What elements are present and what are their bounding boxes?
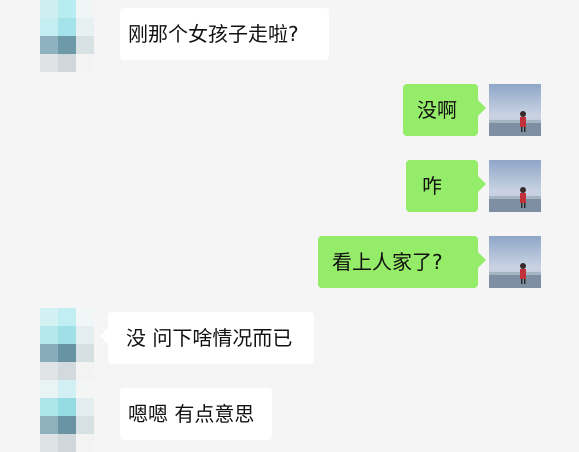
contact-avatar[interactable] xyxy=(40,308,94,380)
message-text: 刚那个女孩子走啦? xyxy=(128,22,299,46)
message-bubble-sent[interactable]: 看上人家了? xyxy=(318,236,486,288)
message-bubble-sent[interactable]: 咋 xyxy=(406,160,486,212)
user-avatar[interactable] xyxy=(489,84,541,136)
message-bubble-sent[interactable]: 没啊 xyxy=(403,84,486,136)
message-text: 咋 xyxy=(422,174,442,198)
message-bubble-received[interactable]: 嗯嗯 有点意思 xyxy=(120,388,272,440)
message-text: 没啊 xyxy=(417,98,457,122)
message-bubble-received[interactable]: 刚那个女孩子走啦? xyxy=(120,8,329,60)
message-bubble-received[interactable]: 没 问下啥情况而已 xyxy=(100,312,314,364)
user-avatar[interactable] xyxy=(489,160,541,212)
message-text: 看上人家了? xyxy=(332,250,443,274)
user-avatar[interactable] xyxy=(489,236,541,288)
contact-avatar[interactable] xyxy=(40,0,94,72)
message-text: 没 问下啥情况而已 xyxy=(126,326,293,350)
chat-window: 刚那个女孩子走啦? 没啊 咋 看上人家了? 没 问下啥情况而已 嗯嗯 有点意思 xyxy=(0,0,579,452)
contact-avatar[interactable] xyxy=(40,380,94,452)
message-text: 嗯嗯 有点意思 xyxy=(128,402,255,426)
